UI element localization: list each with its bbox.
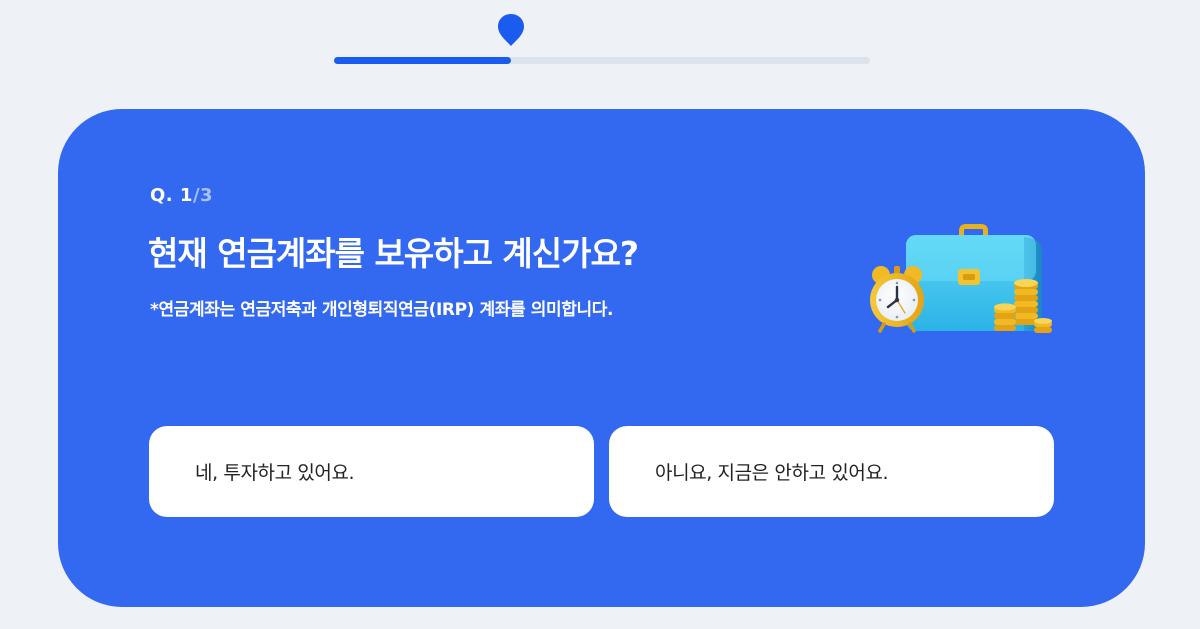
answer-option-label: 네, 투자하고 있어요. bbox=[195, 462, 355, 484]
pension-illustration bbox=[870, 224, 1052, 333]
question-number: Q. 1/3 bbox=[150, 185, 213, 206]
question-card: Q. 1/3 현재 연금계좌를 보유하고 계신가요? *연금계좌는 연금저축과 … bbox=[58, 109, 1145, 607]
progress-bar-fill bbox=[334, 57, 511, 64]
answer-option-no[interactable]: 아니요, 지금은 안하고 있어요. bbox=[609, 426, 1054, 517]
question-note: *연금계좌는 연금저축과 개인형퇴직연금(IRP) 계좌를 의미합니다. bbox=[150, 300, 614, 320]
progress-bar bbox=[334, 57, 870, 64]
question-index: Q. 1 bbox=[150, 185, 193, 206]
quiz-page: Q. 1/3 현재 연금계좌를 보유하고 계신가요? *연금계좌는 연금저축과 … bbox=[0, 0, 1200, 629]
answer-option-yes[interactable]: 네, 투자하고 있어요. bbox=[149, 426, 594, 517]
answer-option-label: 아니요, 지금은 안하고 있어요. bbox=[655, 462, 889, 484]
progress-marker-icon bbox=[497, 14, 524, 46]
question-title: 현재 연금계좌를 보유하고 계신가요? bbox=[148, 234, 639, 273]
question-total: /3 bbox=[192, 185, 214, 206]
